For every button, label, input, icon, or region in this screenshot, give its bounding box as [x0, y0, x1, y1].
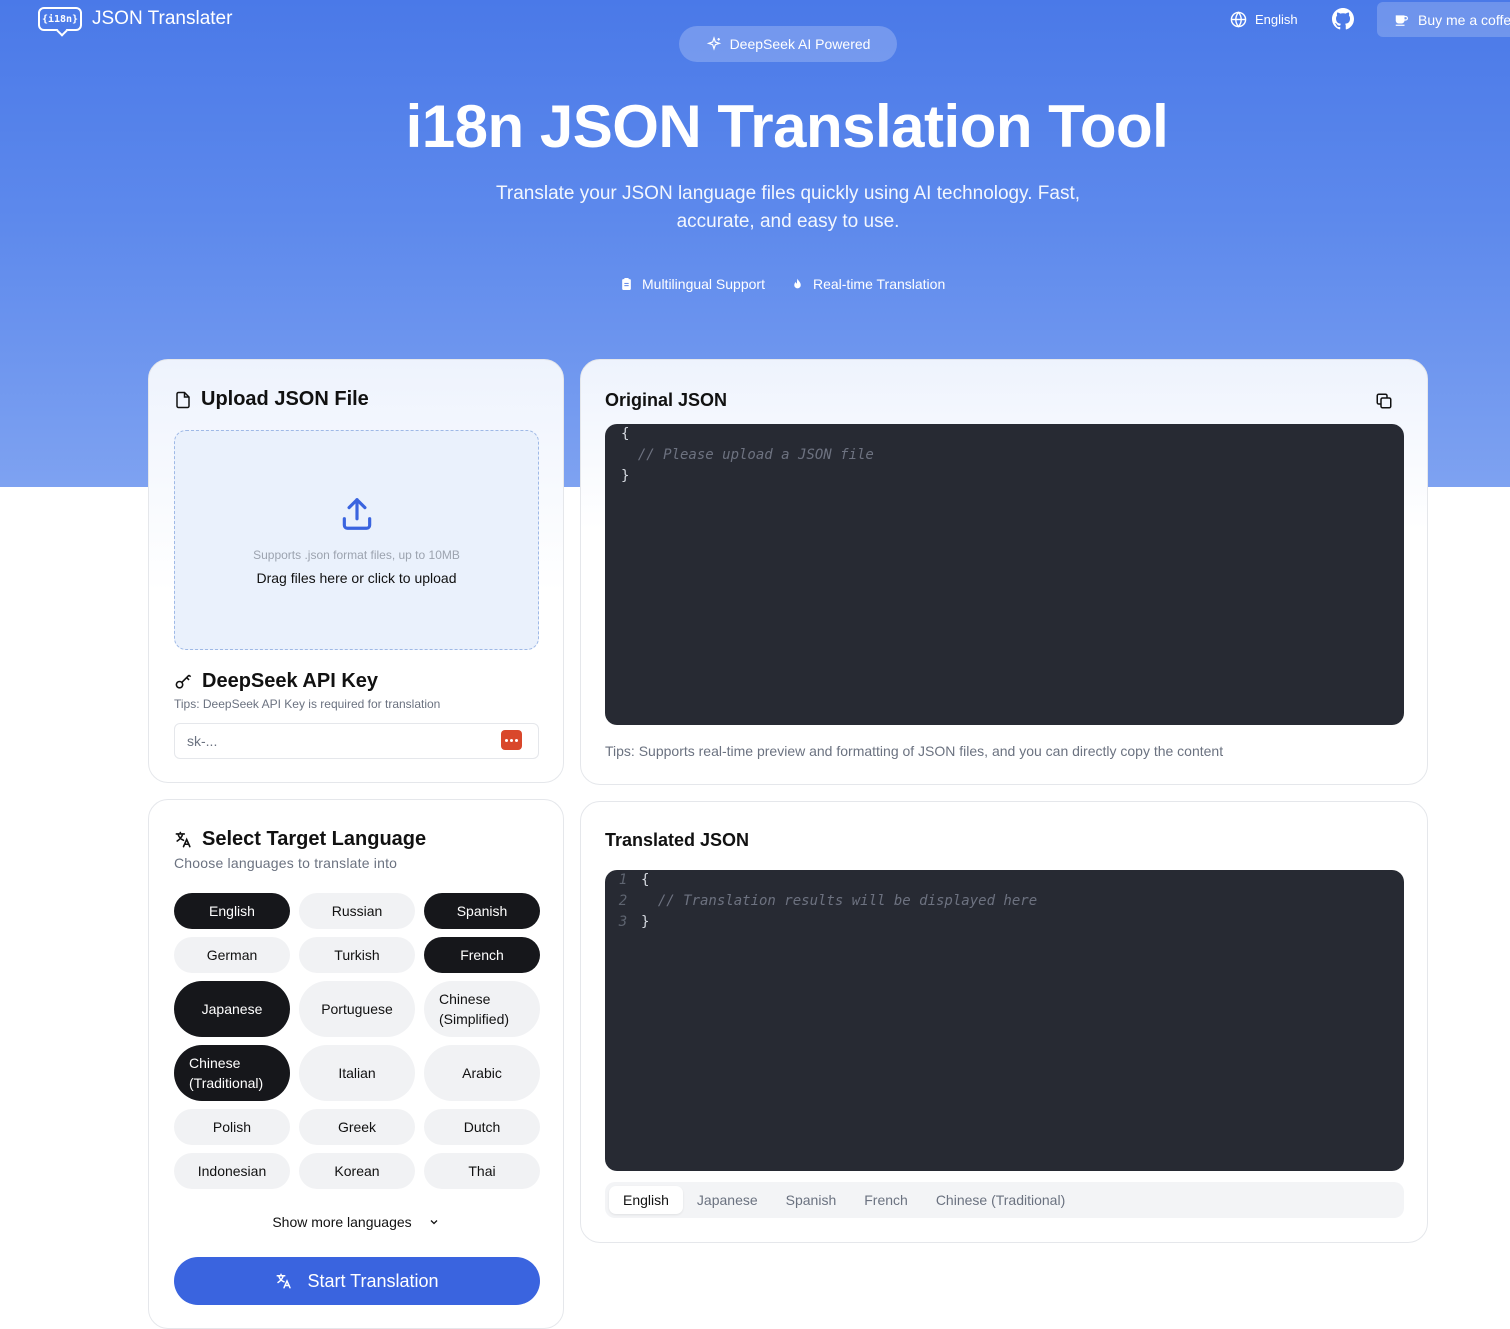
language-option[interactable]: Portuguese	[299, 981, 415, 1037]
key-icon	[175, 674, 192, 689]
password-manager-icon[interactable]	[501, 730, 522, 750]
line-number: 3	[618, 914, 628, 930]
page-subtitle: Translate your JSON language files quick…	[495, 183, 1081, 232]
translation-tabs: English Japanese Spanish French Chinese …	[605, 1182, 1404, 1218]
language-option[interactable]: Japanese	[174, 981, 290, 1037]
code-line: // Please upload a JSON file	[621, 447, 874, 463]
show-more-languages-button[interactable]: Show more languages	[149, 1214, 563, 1230]
language-option[interactable]: French	[424, 937, 540, 973]
line-number: 2	[618, 893, 628, 909]
translate-icon	[276, 1273, 292, 1289]
tab-french[interactable]: French	[850, 1186, 922, 1214]
language-option[interactable]: Turkish	[299, 937, 415, 973]
code-text: // Translation results will be displayed…	[641, 893, 1038, 909]
app-logo[interactable]: {i18n} JSON Translater	[38, 7, 232, 31]
flame-icon	[794, 278, 801, 289]
page-title: i18n JSON Translation Tool	[405, 93, 1169, 160]
language-title-text: Select Target Language	[202, 828, 427, 850]
code-line: 1{	[605, 870, 1404, 891]
dropzone-support-text: Supports .json format files, up to 10MB	[253, 548, 460, 562]
original-json-editor[interactable]: { // Please upload a JSON file }	[605, 424, 1404, 725]
feature-item: Multilingual Support	[620, 276, 765, 292]
feature-label: Multilingual Support	[642, 276, 765, 292]
language-option[interactable]: Russian	[299, 893, 415, 929]
buy-coffee-button[interactable]: Buy me a coffee	[1377, 2, 1510, 37]
coffee-icon	[1395, 14, 1408, 26]
language-title: Select Target Language	[174, 828, 426, 851]
code-text: {	[641, 872, 650, 888]
powered-badge: DeepSeek AI Powered	[679, 26, 897, 62]
upload-card: Upload JSON File Supports .json format f…	[148, 359, 564, 783]
code-text: }	[641, 914, 650, 930]
language-option[interactable]: Chinese (Simplified)	[424, 981, 540, 1037]
upload-title-text: Upload JSON File	[201, 388, 369, 410]
clipboard-icon	[622, 278, 631, 290]
code-line: 3}	[605, 912, 1404, 933]
language-label: English	[1255, 12, 1298, 27]
tab-spanish[interactable]: Spanish	[772, 1186, 851, 1214]
start-translation-label: Start Translation	[307, 1270, 439, 1291]
feature-list: Multilingual Support Real-time Translati…	[620, 276, 945, 292]
line-number: 1	[618, 872, 628, 888]
tab-chinese-traditional[interactable]: Chinese (Traditional)	[922, 1186, 1079, 1214]
translated-json-title: Translated JSON	[605, 830, 750, 850]
translated-json-editor[interactable]: 1{ 2 // Translation results will be disp…	[605, 870, 1404, 1171]
language-option[interactable]: Greek	[299, 1109, 415, 1145]
language-option[interactable]: Italian	[299, 1045, 415, 1101]
show-more-label: Show more languages	[272, 1214, 412, 1230]
language-option[interactable]: English	[174, 893, 290, 929]
upload-icon	[342, 498, 372, 530]
powered-badge-text: DeepSeek AI Powered	[729, 36, 871, 52]
feature-item: Real-time Translation	[791, 276, 945, 292]
language-option[interactable]: German	[174, 937, 290, 973]
tab-japanese[interactable]: Japanese	[683, 1186, 772, 1214]
copy-icon[interactable]	[1375, 392, 1393, 410]
language-option[interactable]: Indonesian	[174, 1153, 290, 1189]
original-json-card: Original JSON { // Please upload a JSON …	[580, 359, 1428, 785]
app-title: JSON Translater	[92, 8, 233, 29]
api-key-input[interactable]	[174, 723, 539, 759]
file-dropzone[interactable]: Supports .json format files, up to 10MB …	[174, 430, 539, 650]
code-line: {	[621, 426, 630, 442]
feature-label: Real-time Translation	[812, 276, 946, 292]
language-switcher[interactable]: English	[1230, 11, 1298, 28]
language-option[interactable]: Arabic	[424, 1045, 540, 1101]
github-icon[interactable]	[1332, 8, 1354, 30]
upload-title: Upload JSON File	[174, 388, 369, 411]
language-option[interactable]: Dutch	[424, 1109, 540, 1145]
globe-icon	[1230, 11, 1247, 28]
buy-coffee-label: Buy me a coffee	[1418, 11, 1510, 28]
api-key-title: DeepSeek API Key	[174, 670, 378, 693]
language-option[interactable]: Thai	[424, 1153, 540, 1189]
dropzone-main-text: Drag files here or click to upload	[256, 570, 457, 586]
translate-icon	[175, 831, 191, 848]
language-card: Select Target Language Choose languages …	[148, 799, 564, 1329]
logo-badge: {i18n}	[38, 7, 82, 31]
language-option[interactable]: Spanish	[424, 893, 540, 929]
code-line: }	[621, 468, 630, 484]
start-translation-button[interactable]: Start Translation	[174, 1257, 540, 1305]
api-key-tip: Tips: DeepSeek API Key is required for t…	[174, 697, 441, 711]
language-option[interactable]: Chinese (Traditional)	[174, 1045, 290, 1101]
original-json-title: Original JSON	[605, 390, 728, 410]
language-option[interactable]: Polish	[174, 1109, 290, 1145]
sparkle-icon	[706, 36, 721, 51]
original-json-tip: Tips: Supports real-time preview and for…	[605, 743, 1224, 759]
language-option[interactable]: Korean	[299, 1153, 415, 1189]
api-key-title-text: DeepSeek API Key	[202, 670, 379, 692]
tab-english[interactable]: English	[609, 1186, 683, 1214]
translated-json-card: Translated JSON 1{ 2 // Translation resu…	[580, 801, 1428, 1243]
code-line: 2 // Translation results will be display…	[605, 891, 1404, 912]
file-icon	[176, 391, 190, 408]
chevron-down-icon	[430, 1220, 438, 1225]
language-subtitle: Choose languages to translate into	[174, 855, 398, 871]
